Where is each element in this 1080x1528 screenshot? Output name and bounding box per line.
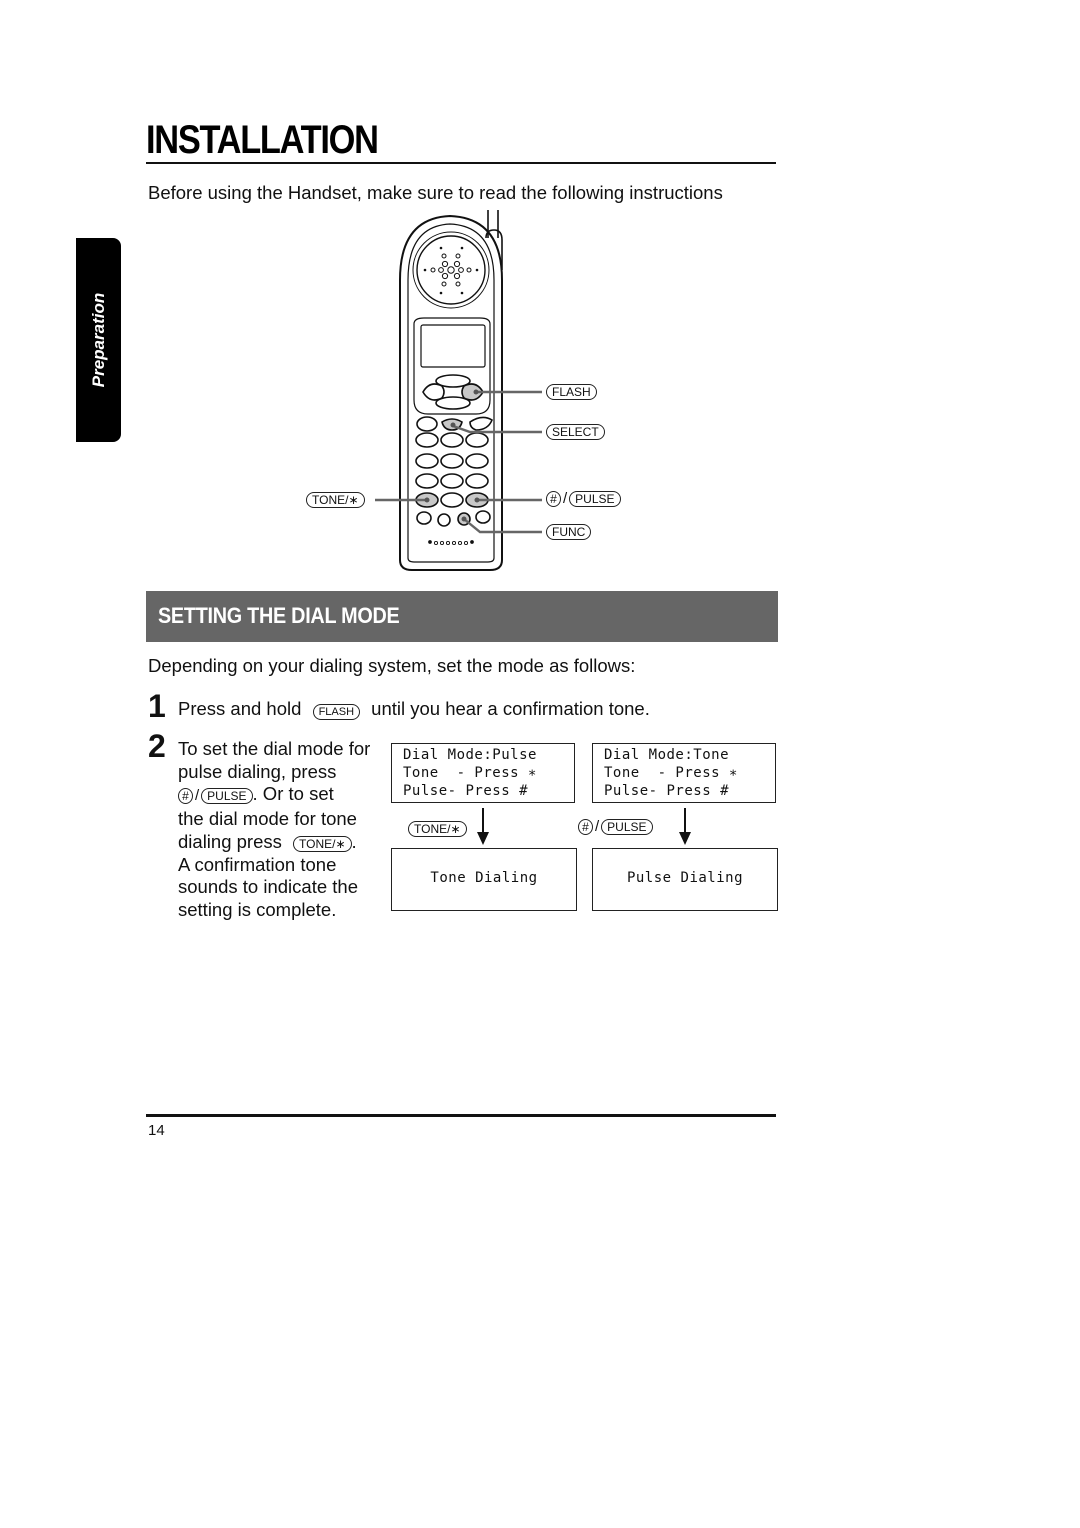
section-lead: Depending on your dialing system, set th…	[148, 655, 636, 676]
step-1-after: until you hear a confirmation tone.	[371, 698, 650, 719]
step-2-line: To set the dial mode for	[178, 738, 371, 759]
hash-pulse-key-label: # / PULSE	[578, 818, 653, 836]
step-1-before: Press and hold	[178, 698, 302, 719]
display-pulse-dialing: Pulse Dialing	[592, 848, 778, 911]
page-number: 14	[148, 1122, 165, 1139]
step-1-text: Press and hold FLASH until you hear a co…	[178, 698, 650, 720]
arrow-down-icon	[477, 808, 489, 845]
tone-key-label: TONE/∗	[293, 835, 352, 852]
step-2-line: sounds to indicate the	[178, 876, 358, 898]
step-2-text: To set the dial mode for pulse dialing, …	[178, 738, 393, 922]
title-divider	[146, 162, 776, 164]
step-2-line: setting is complete.	[178, 898, 337, 920]
step-2-number: 2	[148, 728, 166, 764]
select-callout: SELECT	[546, 424, 605, 440]
step-2-line: # / PULSE. Or to set	[178, 783, 393, 808]
slash: /	[563, 490, 568, 507]
footer-divider	[146, 1114, 776, 1117]
step-2-line: dialing press TONE/∗.	[178, 830, 357, 852]
microphone-dots	[428, 540, 474, 546]
arrow-down-icon	[679, 808, 691, 845]
speaker-dots	[423, 246, 479, 295]
page-title: INSTALLATION	[146, 118, 379, 162]
tone-key-label: TONE/∗	[408, 821, 467, 837]
hash-pulse-callout: # / PULSE	[546, 490, 621, 508]
flash-key-label: FLASH	[312, 704, 361, 720]
pulse-key-label: PULSE	[201, 788, 253, 805]
earpiece	[416, 235, 486, 305]
hash-key-label: #	[178, 788, 193, 805]
side-tab-label: Preparation	[88, 292, 108, 388]
hash-key-label: #	[546, 491, 561, 507]
speaker-holes	[430, 253, 472, 287]
lcd-screen	[420, 324, 486, 368]
tone-callout: TONE/∗	[306, 492, 365, 508]
display-tone-mode: Dial Mode:Tone Tone - Press ∗ Pulse- Pre…	[592, 743, 776, 803]
step-2-line: pulse dialing, press	[178, 760, 337, 782]
display-pulse-mode: Dial Mode:Pulse Tone - Press ∗ Pulse- Pr…	[391, 743, 575, 803]
step-1-number: 1	[148, 688, 166, 724]
flash-callout: FLASH	[546, 384, 597, 400]
section-side-tab: Preparation	[76, 238, 121, 442]
pulse-key-label: PULSE	[569, 491, 621, 507]
section-title: SETTING THE DIAL MODE	[158, 603, 400, 628]
func-callout: FUNC	[546, 524, 592, 540]
handset-illustration: FLASH SELECT TONE/∗ # / PULSE FUNC	[290, 200, 650, 580]
section-header: SETTING THE DIAL MODE	[146, 591, 778, 642]
step-2-line: the dial mode for tone	[178, 808, 357, 830]
display-tone-dialing: Tone Dialing	[391, 848, 577, 911]
step-2-line: A confirmation tone	[178, 853, 337, 875]
keypad	[415, 432, 491, 527]
